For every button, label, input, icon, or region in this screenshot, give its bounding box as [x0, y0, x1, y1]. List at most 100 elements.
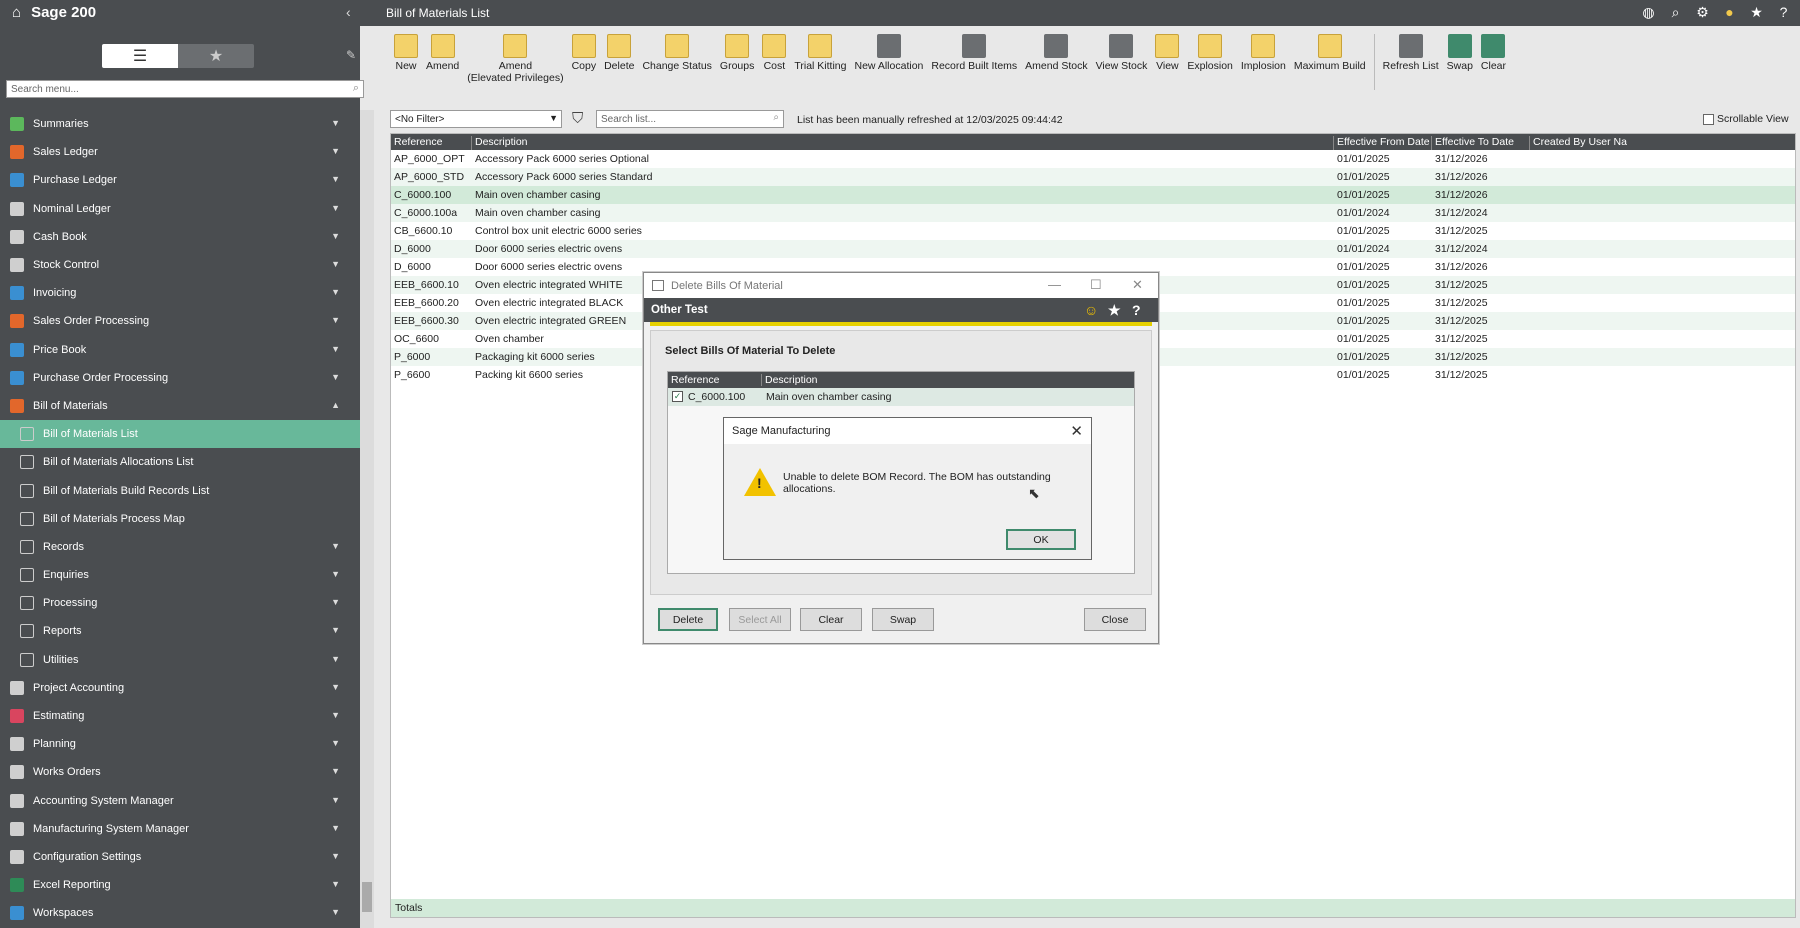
- home-icon[interactable]: ⌂: [12, 4, 21, 21]
- favourites-star-icon[interactable]: ★: [178, 44, 254, 68]
- close-icon[interactable]: ✕: [1132, 277, 1143, 293]
- toolbar-view-button[interactable]: View: [1151, 34, 1183, 94]
- sidebar-item-cash-book[interactable]: Cash Book ▼: [0, 223, 360, 251]
- toolbar-amend-button[interactable]: Amend (Elevated Privileges): [463, 34, 567, 94]
- star-icon[interactable]: ★: [1748, 4, 1765, 21]
- toolbar-view-stock-button[interactable]: View Stock: [1092, 34, 1152, 94]
- clear-button[interactable]: Clear: [800, 608, 862, 631]
- toolbar-copy-button[interactable]: Copy: [568, 34, 601, 94]
- sidebar-item-nominal-ledger[interactable]: Nominal Ledger ▼: [0, 195, 360, 223]
- toolbar-new-button[interactable]: New: [390, 34, 422, 94]
- sidebar-item-utilities[interactable]: Utilities ▼: [0, 646, 360, 674]
- sidebar-item-reports[interactable]: Reports ▼: [0, 617, 360, 645]
- select-all-button[interactable]: Select All: [729, 608, 791, 631]
- column-header[interactable]: Reference: [391, 136, 442, 150]
- sidebar-item-stock-control[interactable]: Stock Control ▼: [0, 251, 360, 279]
- sidebar-scrollbar[interactable]: [360, 110, 374, 928]
- sidebar-item-bill-of-materials-build-records-list[interactable]: Bill of Materials Build Records List: [0, 476, 360, 504]
- toolbar-implosion-button[interactable]: Implosion: [1237, 34, 1290, 94]
- scrollbar-thumb[interactable]: [362, 882, 372, 912]
- globe-icon[interactable]: ◍: [1640, 4, 1657, 21]
- sidebar-item-sales-order-processing[interactable]: Sales Order Processing ▼: [0, 307, 360, 335]
- app-brand[interactable]: ⌂ Sage 200: [12, 4, 96, 21]
- sidebar-item-workspaces[interactable]: Workspaces ▼: [0, 899, 360, 927]
- sidebar-item-invoicing[interactable]: Invoicing ▼: [0, 279, 360, 307]
- sidebar-item-manufacturing-system-manager[interactable]: Manufacturing System Manager ▼: [0, 815, 360, 843]
- ok-button[interactable]: OK: [1006, 529, 1076, 550]
- menu-list-icon[interactable]: ☰: [102, 44, 178, 68]
- edit-pencil-icon[interactable]: ✎: [346, 48, 356, 62]
- toolbar-explosion-button[interactable]: Explosion: [1183, 34, 1237, 94]
- help-icon[interactable]: ?: [1775, 4, 1792, 21]
- column-header[interactable]: Effective From Date: [1333, 136, 1430, 150]
- close-icon[interactable]: ✕: [1070, 422, 1083, 440]
- sidebar-item-price-book[interactable]: Price Book ▼: [0, 336, 360, 364]
- collapse-sidebar-icon[interactable]: ‹: [346, 4, 351, 20]
- sidebar-item-planning[interactable]: Planning ▼: [0, 730, 360, 758]
- sidebar-item-configuration-settings[interactable]: Configuration Settings ▼: [0, 843, 360, 871]
- sidebar-item-purchase-order-processing[interactable]: Purchase Order Processing ▼: [0, 364, 360, 392]
- scrollable-view-checkbox[interactable]: Scrollable View: [1703, 113, 1789, 125]
- maximize-icon[interactable]: ☐: [1090, 277, 1102, 293]
- search-menu-input[interactable]: Search menu... ⌕: [6, 80, 364, 98]
- checkbox[interactable]: [1703, 113, 1714, 125]
- filter-funnel-icon[interactable]: ⛉: [572, 110, 583, 127]
- delete-button[interactable]: Delete: [658, 608, 718, 631]
- sidebar-item-bill-of-materials-process-map[interactable]: Bill of Materials Process Map: [0, 505, 360, 533]
- toolbar-amend-stock-button[interactable]: Amend Stock: [1021, 34, 1091, 94]
- toolbar-record-built-items-button[interactable]: Record Built Items: [927, 34, 1021, 94]
- cell-to: 31/12/2025: [1435, 333, 1488, 345]
- lightbulb-icon[interactable]: ●: [1721, 4, 1738, 21]
- sidebar-item-bill-of-materials-list[interactable]: Bill of Materials List: [0, 420, 360, 449]
- toolbar-maximum-build-button[interactable]: Maximum Build: [1290, 34, 1370, 94]
- sidebar-item-bill-of-materials[interactable]: Bill of Materials ▲: [0, 392, 360, 420]
- sidebar-item-works-orders[interactable]: Works Orders ▼: [0, 758, 360, 786]
- search-list-input[interactable]: Search list... ⌕: [596, 110, 784, 128]
- table-row[interactable]: CB_6600.10 Control box unit electric 6000…: [391, 222, 1795, 240]
- toolbar-cost-button[interactable]: Cost: [758, 34, 790, 94]
- sidebar-item-processing[interactable]: Processing ▼: [0, 589, 360, 617]
- table-row[interactable]: C_6000.100 Main oven chamber casing 01/01/…: [391, 186, 1795, 204]
- column-header[interactable]: Effective To Date: [1431, 136, 1514, 150]
- table-row[interactable]: AP_6000_STD Accessory Pack 6000 series St…: [391, 168, 1795, 186]
- sidebar-item-summaries[interactable]: Summaries ▼: [0, 110, 360, 138]
- search-settings-icon[interactable]: ⌕: [1667, 4, 1684, 21]
- row-checkbox[interactable]: ✓: [672, 391, 683, 402]
- column-header[interactable]: Created By User Na: [1529, 136, 1627, 150]
- sidebar-item-records[interactable]: Records ▼: [0, 533, 360, 561]
- gear-icon[interactable]: ⚙: [1694, 4, 1711, 21]
- toolbar-refresh-list-button[interactable]: Refresh List: [1379, 34, 1443, 94]
- sidebar-item-accounting-system-manager[interactable]: Accounting System Manager ▼: [0, 787, 360, 815]
- toolbar-change-status-button[interactable]: Change Status: [638, 34, 715, 94]
- cell-to: 31/12/2025: [1435, 297, 1488, 309]
- toolbar-new-allocation-button[interactable]: New Allocation: [851, 34, 928, 94]
- sidebar-item-purchase-ledger[interactable]: Purchase Ledger ▼: [0, 166, 360, 194]
- toolbar-trial-kitting-button[interactable]: Trial Kitting: [790, 34, 850, 94]
- toolbar-amend-button[interactable]: Amend: [422, 34, 463, 94]
- help-icon[interactable]: ?: [1132, 302, 1141, 318]
- sidebar-item-bill-of-materials-allocations-list[interactable]: Bill of Materials Allocations List: [0, 448, 360, 476]
- smiley-icon[interactable]: ☺: [1084, 302, 1098, 318]
- delete-icon: [607, 34, 632, 58]
- star-icon[interactable]: ★: [1108, 302, 1121, 319]
- toolbar-clear-button[interactable]: Clear: [1477, 34, 1510, 94]
- sidebar-item-excel-reporting[interactable]: Excel Reporting ▼: [0, 871, 360, 899]
- chevron-down-icon: ▼: [331, 822, 340, 833]
- column-header[interactable]: Description: [471, 136, 528, 150]
- toolbar-delete-button[interactable]: Delete: [600, 34, 638, 94]
- sidebar-item-enquiries[interactable]: Enquiries ▼: [0, 561, 360, 589]
- cell-ref: C_6000.100a: [394, 207, 458, 219]
- close-button[interactable]: Close: [1084, 608, 1146, 631]
- sidebar-item-project-accounting[interactable]: Project Accounting ▼: [0, 674, 360, 702]
- toolbar-groups-button[interactable]: Groups: [716, 34, 758, 94]
- sidebar-item-sales-ledger[interactable]: Sales Ledger ▼: [0, 138, 360, 166]
- table-row[interactable]: AP_6000_OPT Accessory Pack 6000 series Op…: [391, 150, 1795, 168]
- sidebar-item-estimating[interactable]: Estimating ▼: [0, 702, 360, 730]
- table-row[interactable]: D_6000 Door 6000 series electric ovens 01/…: [391, 240, 1795, 258]
- swap-button[interactable]: Swap: [872, 608, 934, 631]
- table-row[interactable]: C_6000.100a Main oven chamber casing 01/01…: [391, 204, 1795, 222]
- toolbar-swap-button[interactable]: Swap: [1443, 34, 1477, 94]
- filter-select[interactable]: <No Filter> ▼: [390, 110, 562, 128]
- table-row[interactable]: ✓ C_6000.100 Main oven chamber casing: [668, 388, 1134, 406]
- minimize-icon[interactable]: —: [1048, 277, 1061, 292]
